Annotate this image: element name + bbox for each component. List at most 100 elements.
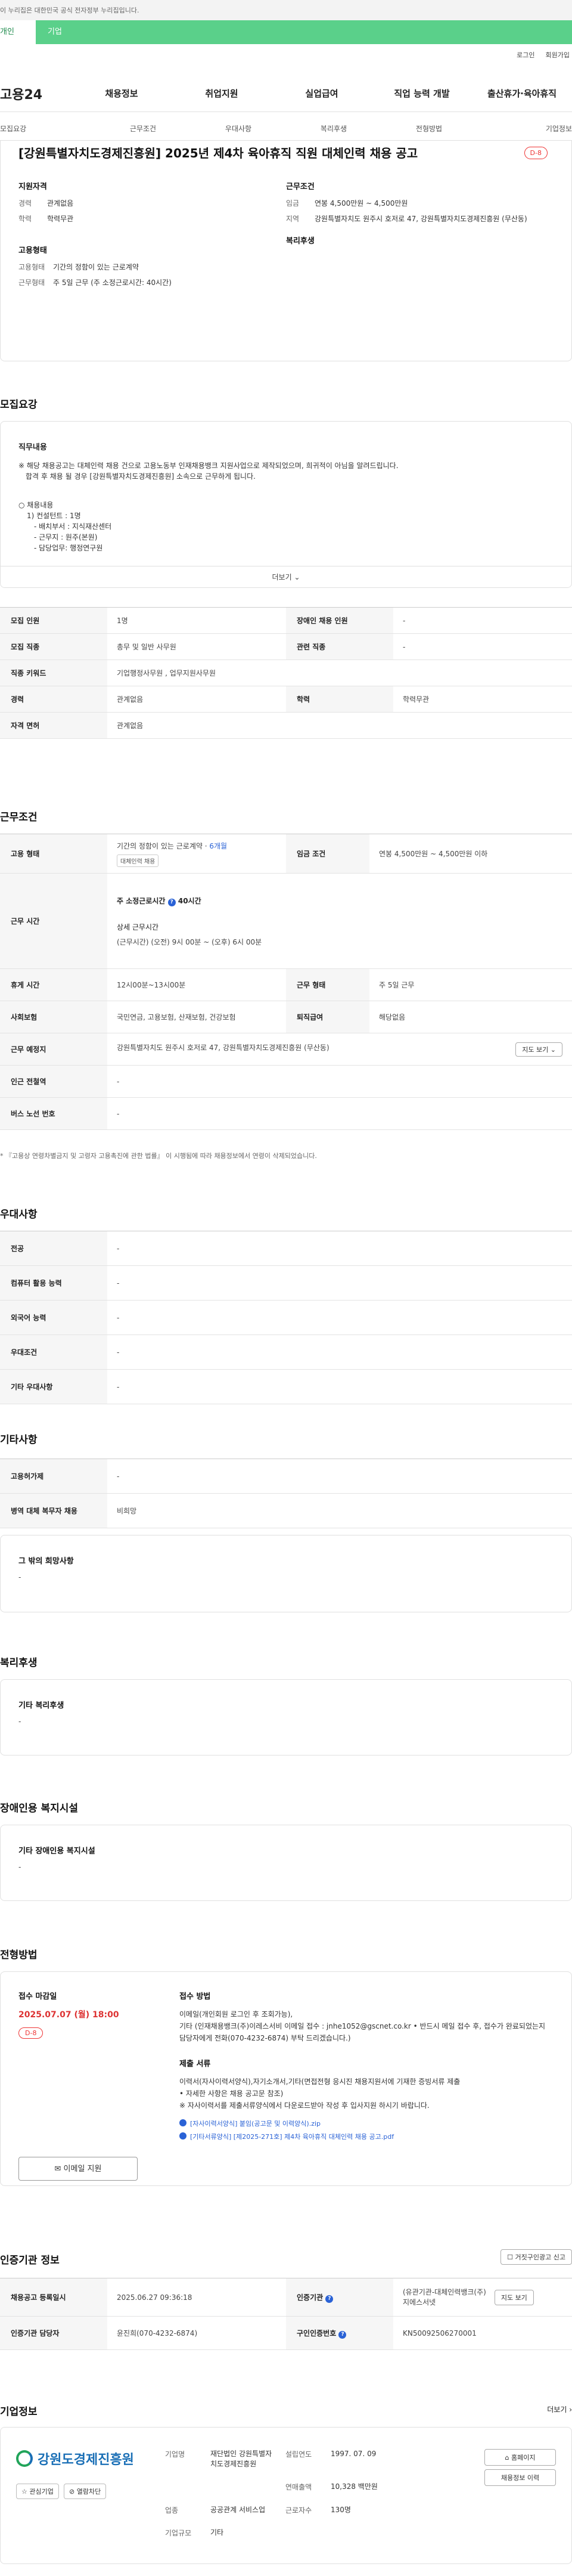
wage-value: 연봉 4,500만원 ~ 4,500만원: [315, 199, 408, 208]
info-icon[interactable]: ?: [167, 898, 176, 906]
docs-p1: 이력서(자사이력서양식),자기소개서,기타(면접전형 응시진 채용지원서에 기재…: [179, 2077, 461, 2086]
site-logo[interactable]: 고용24: [0, 84, 72, 103]
gnb-menu-jobs[interactable]: 채용정보: [72, 87, 172, 100]
size-value: 기타: [210, 2528, 224, 2537]
dday-badge: D-8: [524, 147, 548, 159]
company-logo-icon: [16, 2450, 33, 2467]
method-p2: 기타 (인재채용뱅크(주)이레스서비 이메일 접수 : jnhe1052@gsc…: [179, 2022, 546, 2042]
job-title: [강원특별자치도경제진흥원] 2025년 제4차 육아휴직 직원 대체인력 채용…: [18, 146, 418, 160]
method-p1: 이메일(개인회원 로그인 후 조회가능),: [179, 2010, 293, 2018]
process-section-title: 전형방법: [0, 1949, 38, 1961]
form-value: 주 5일 근무: [369, 968, 572, 1001]
job-desc-l4: - 담당업무: 행정연구원: [34, 544, 103, 552]
company-info-grid: 기업명 재단법인 강원특별자치도경제진흥원 설립연도 1997. 07. 09 …: [165, 2449, 415, 2542]
gov-notice: 이 누리집은 대한민국 공식 전자정부 누리집입니다.: [0, 0, 572, 20]
table-row: 인증기관 담당자 윤진희(070-4232-6874) 구인인증번호 ? KN5…: [0, 2316, 572, 2350]
job-label: 모집 직종: [0, 633, 107, 660]
employee-value: 130명: [331, 2505, 351, 2514]
file-link-1[interactable]: [자사이력서양식] 붙임(공고문 및 이력양식).zip: [179, 2117, 554, 2131]
company-name-label: 기업명: [165, 2450, 185, 2459]
tab-company[interactable]: 기업: [36, 20, 74, 44]
cert-num-label: 구인인증번호 ?: [286, 2316, 393, 2350]
size-label: 기업규모: [165, 2528, 192, 2537]
career-row-label: 경력: [0, 686, 107, 713]
signup-link[interactable]: 회원가입: [546, 50, 570, 63]
agency-map-button[interactable]: 지도 보기: [494, 2289, 534, 2305]
global-nav: 고용24 채용정보 취업지원 실업급여 직업 능력 개발 출산휴가·육아휴직: [0, 75, 572, 112]
gnb-menu-leave[interactable]: 출산휴가·육아휴직: [472, 87, 572, 100]
military-value: 비희망: [107, 1493, 572, 1528]
license-value: 관계없음: [107, 712, 572, 739]
table-row: 사회보험 국민연금, 고용보험, 산재보험, 건강보험 퇴직급여 해당없음: [0, 1001, 572, 1033]
docs-p3: ※ 자사이력서를 제출서류양식에서 다운로드받아 작성 후 입사지원 하시기 바…: [179, 2101, 430, 2110]
info-icon[interactable]: ?: [338, 2330, 347, 2339]
anchor-pref[interactable]: 우대사항: [191, 123, 286, 134]
anchor-recruit[interactable]: 모집요강: [0, 123, 95, 134]
table-row: 기타 우대사항 -: [0, 1369, 572, 1404]
bus-value: -: [107, 1097, 572, 1130]
form-label: 근무 형태: [286, 968, 369, 1001]
agency-mgr-label: 인증기관 담당자: [0, 2316, 107, 2350]
gnb-menu-benefit[interactable]: 실업급여: [272, 87, 372, 100]
welfare-heading: 복리후생: [286, 237, 315, 246]
retire-value: 해당없음: [369, 1001, 572, 1033]
hope-value: -: [18, 1573, 21, 1581]
star-icon: ☆: [21, 2488, 27, 2496]
anchor-work[interactable]: 근무조건: [95, 123, 191, 134]
docs-p2: • 자세한 사항은 채용 공고문 참조): [179, 2089, 284, 2098]
wage-row-label: 임금 조건: [286, 834, 369, 874]
edu-value: 학력무관: [47, 215, 74, 223]
break-label: 휴게 시간: [0, 968, 107, 1001]
tab-personal[interactable]: 개인: [0, 20, 36, 44]
region-label: 지역: [286, 215, 300, 223]
company-more-link[interactable]: 더보기 ›: [547, 2405, 572, 2414]
keyword-value: 기업행정사무원 , 업무지원사무원: [107, 660, 572, 686]
report-button[interactable]: ☐ 거짓구인광고 신고: [500, 2249, 572, 2265]
hope-title: 그 밖의 희망사항: [18, 1557, 74, 1566]
job-desc-l1: 1) 컨설턴트 : 1명: [27, 512, 81, 520]
found-value: 1997. 07. 09: [331, 2450, 377, 2458]
map-button[interactable]: 지도 보기 ⌄: [515, 1042, 562, 1057]
file-icon: [179, 2132, 186, 2140]
homepage-button[interactable]: ⌂ 홈페이지: [484, 2449, 556, 2466]
mail-icon: ✉: [54, 2165, 61, 2174]
pref-table: 전공 - 컴퓨터 활용 능력 - 외국어 능력 - 우대조건 - 기타 우대사항 -: [0, 1231, 572, 1404]
table-row: 고용허가제 -: [0, 1459, 572, 1494]
insurance-label: 사회보험: [0, 1001, 107, 1033]
job-summary-card: [강원특별자치도경제진흥원] 2025년 제4차 육아휴직 직원 대체인력 채용…: [0, 141, 572, 361]
pc-label: 컴퓨터 활용 능력: [0, 1265, 107, 1301]
util-menu: 로그인 회원가입: [0, 45, 572, 63]
gnb-menu-support[interactable]: 취업지원: [172, 87, 272, 100]
chevron-down-icon: ⌄: [294, 573, 300, 581]
job-desc-more-button[interactable]: 더보기 ⌄: [1, 566, 571, 587]
welfare-section-title: 복리후생: [0, 1657, 38, 1669]
due-date: 2025.07.07 (월) 18:00: [18, 2010, 119, 2020]
sales-value: 10,328 백만원: [331, 2482, 378, 2491]
anchor-process[interactable]: 전형방법: [381, 123, 477, 134]
recruit-section-title: 모집요강: [0, 399, 38, 411]
gnb-menu-training[interactable]: 직업 능력 개발: [372, 87, 472, 100]
emptype-label: 고용형태: [18, 263, 45, 271]
anchor-welfare[interactable]: 복리후생: [286, 123, 381, 134]
agency-mgr-value: 윤진희(070-4232-6874): [107, 2316, 286, 2350]
fav-company-button[interactable]: ☆ 관심기업: [16, 2484, 59, 2499]
block-company-button[interactable]: ⊘ 열람차단: [64, 2484, 107, 2499]
job-desc-list: ○ 채용내용: [18, 501, 54, 509]
edu-label: 학력: [18, 215, 32, 223]
block-icon: ⊘: [69, 2488, 75, 2496]
email-apply-button[interactable]: ✉ 이메일 지원: [18, 2157, 138, 2181]
retire-label: 퇴직급여: [286, 1001, 369, 1033]
permit-label: 고용허가제: [0, 1459, 107, 1494]
job-history-button[interactable]: 채용정보 이력: [484, 2469, 556, 2486]
file-link-2[interactable]: [기타서류양식] [제2025-271호] 제4차 육아휴직 대체인력 채용 공…: [179, 2131, 554, 2144]
info-icon[interactable]: ?: [325, 2295, 334, 2303]
anchor-company[interactable]: 기업정보: [477, 123, 572, 134]
pc-value: -: [107, 1265, 572, 1301]
table-row: 전공 -: [0, 1231, 572, 1266]
table-row: 경력 관계없음 학력 학력무관: [0, 686, 572, 713]
login-link[interactable]: 로그인: [517, 50, 534, 63]
disabled-count-label: 장애인 채용 인원: [286, 607, 393, 634]
pref-section-title: 우대사항: [0, 1209, 38, 1221]
time-value: 주 소정근로시간 ? 40시간 상세 근무시간 (근무시간) (오전) 9시 0…: [107, 873, 572, 969]
cert-num-value: KN50092506270001: [393, 2316, 572, 2350]
